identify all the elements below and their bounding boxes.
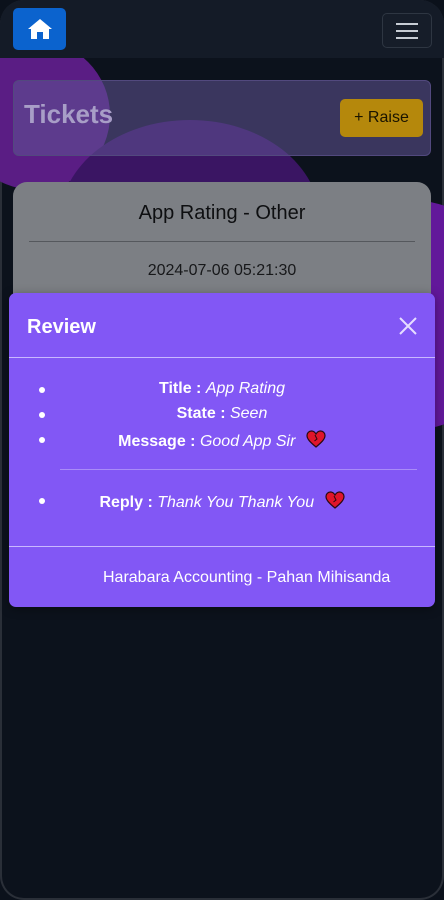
item-label: Title :: [159, 380, 202, 397]
raise-ticket-button[interactable]: + Raise: [340, 99, 423, 137]
review-item-reply: Reply : Thank You Thank You: [9, 491, 435, 512]
close-icon[interactable]: [397, 315, 419, 337]
review-item-title: Title : App Rating: [9, 380, 435, 398]
heart-icon: [306, 430, 326, 448]
home-button[interactable]: [13, 8, 66, 50]
item-value: App Rating: [205, 380, 285, 397]
item-value: Seen: [229, 405, 268, 422]
menu-button[interactable]: [382, 13, 432, 48]
review-item-message: Message : Good App Sir: [9, 430, 435, 451]
modal-footer-divider: [9, 546, 435, 547]
modal-section-divider: [60, 469, 417, 470]
tickets-header: Tickets + Raise: [13, 80, 431, 156]
phone-screen: Tickets + Raise App Rating - Other 2024-…: [0, 0, 444, 900]
review-item-state: State : Seen: [9, 405, 435, 423]
page-title: Tickets: [24, 99, 114, 129]
modal-header-divider: [9, 357, 435, 358]
item-label: Reply :: [99, 494, 153, 511]
item-value: Thank You Thank You: [157, 494, 315, 511]
ticket-date: 2024-07-06 05:21:30: [147, 262, 297, 279]
item-label: Message :: [118, 433, 196, 450]
item-value: Good App Sir: [199, 433, 296, 450]
modal-footer-text: Harabara Accounting - Pahan Mihisanda: [103, 569, 391, 586]
hamburger-icon: [396, 22, 418, 39]
ticket-divider: [29, 241, 415, 242]
modal-title: Review: [27, 316, 96, 338]
ticket-title: App Rating - Other: [138, 202, 306, 224]
heart-icon: [324, 491, 345, 509]
item-label: State :: [176, 405, 226, 422]
review-modal: Review Title : App Rating State : Seen M…: [9, 293, 435, 607]
home-icon: [27, 19, 52, 39]
top-navbar: [0, 0, 444, 58]
